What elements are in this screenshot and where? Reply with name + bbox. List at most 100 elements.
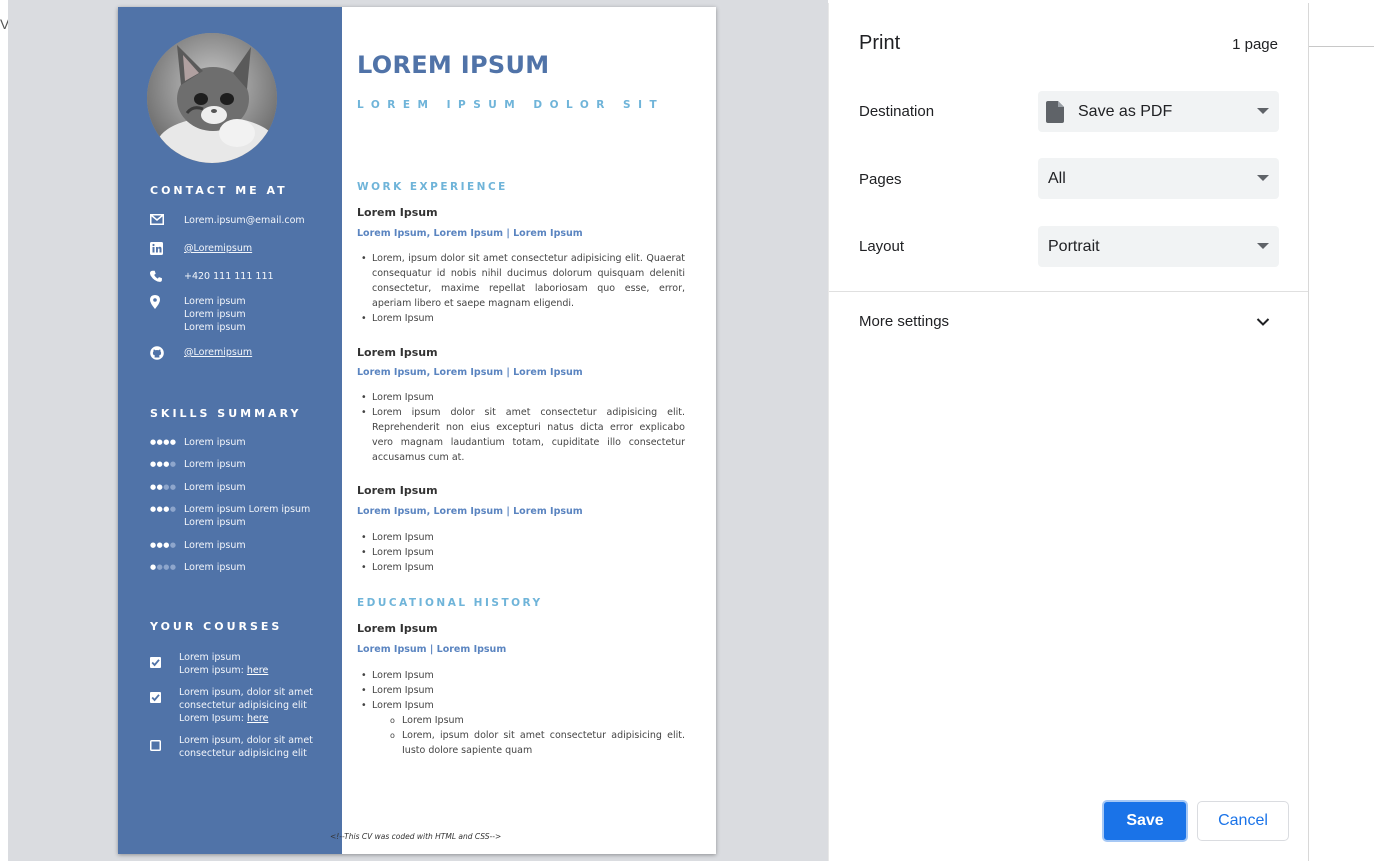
checked-checkbox-icon bbox=[150, 686, 179, 707]
job-subtitle: Lorem Ipsum, Lorem Ipsum | Lorem Ipsum bbox=[357, 228, 583, 239]
bullet-item: Lorem Ipsum bbox=[361, 545, 685, 560]
cv-main-column: LOREM IPSUM LOREM IPSUM DOLOR SIT WORK E… bbox=[357, 7, 687, 854]
print-settings-panel: Print 1 page Destination Save as PDF Pag… bbox=[828, 3, 1309, 861]
skill-label: Lorem ipsum Lorem ipsum Lorem ipsum bbox=[184, 504, 311, 528]
bullet-item: Lorem Ipsum bbox=[361, 683, 685, 698]
linkedin-link[interactable]: @Loremipsum bbox=[184, 242, 252, 255]
destination-select[interactable]: Save as PDF bbox=[1038, 91, 1279, 132]
skill-item: ●●●● Lorem ipsum Lorem ipsum Lorem ipsum bbox=[150, 503, 335, 529]
skill-dot: ● bbox=[169, 460, 177, 468]
bullet-item: Lorem Ipsum bbox=[361, 668, 685, 683]
skill-item: ●●●● Lorem ipsum bbox=[150, 561, 335, 574]
skill-dot: ● bbox=[163, 541, 170, 549]
more-settings-toggle[interactable]: More settings bbox=[859, 313, 949, 330]
sub-bullet-item: Lorem Ipsum bbox=[361, 713, 685, 728]
print-preview-area[interactable]: CONTACT ME AT Lorem.ipsum@email.com @Lor… bbox=[8, 0, 828, 861]
course-text: Lorem ipsum, dolor sit amet consectetur … bbox=[179, 734, 313, 760]
envelope-icon bbox=[150, 214, 184, 225]
edu-bullets: Lorem Ipsum Lorem Ipsum Lorem Ipsum Lore… bbox=[361, 668, 685, 758]
courses-heading: YOUR COURSES bbox=[150, 620, 283, 633]
skill-dot: ● bbox=[169, 483, 177, 491]
chevron-down-icon[interactable] bbox=[1256, 314, 1270, 332]
skill-level-dots: ●●●● bbox=[150, 539, 184, 552]
pages-select[interactable]: All bbox=[1038, 158, 1279, 199]
skill-dot: ● bbox=[163, 460, 170, 468]
skills-heading: SKILLS SUMMARY bbox=[150, 407, 302, 420]
skill-level-dots: ●●●● bbox=[150, 436, 184, 449]
course-link[interactable]: here bbox=[247, 713, 268, 724]
skill-label: Lorem ipsum bbox=[184, 540, 246, 551]
job-bullets: Lorem, ipsum dolor sit amet consectetur … bbox=[361, 251, 685, 326]
skill-item: ●●●● Lorem ipsum bbox=[150, 436, 335, 449]
course-line: Lorem ipsum bbox=[179, 652, 241, 663]
bullet-item: Lorem Ipsum bbox=[361, 530, 685, 545]
phone-icon bbox=[150, 270, 184, 283]
course-text: Lorem ipsum, dolor sit amet consectetur … bbox=[179, 686, 313, 725]
kitten-photo-icon bbox=[147, 33, 277, 163]
skill-dot: ● bbox=[150, 460, 157, 468]
skill-label: Lorem ipsum bbox=[184, 482, 246, 493]
cancel-button[interactable]: Cancel bbox=[1197, 801, 1289, 841]
skill-label: Lorem ipsum bbox=[184, 562, 246, 573]
contact-email[interactable]: Lorem.ipsum@email.com bbox=[150, 214, 330, 227]
print-title: Print bbox=[859, 32, 901, 54]
bullet-item: Lorem ipsum dolor sit amet consectetur a… bbox=[361, 405, 685, 465]
contact-linkedin[interactable]: @Loremipsum bbox=[150, 242, 330, 255]
github-icon bbox=[150, 346, 184, 360]
document-icon bbox=[1046, 100, 1064, 123]
layout-select[interactable]: Portrait bbox=[1038, 226, 1279, 267]
course-text: Lorem ipsum Lorem ipsum: here bbox=[179, 651, 268, 677]
cv-name: LOREM IPSUM bbox=[357, 51, 550, 79]
skill-dot: ● bbox=[163, 563, 170, 571]
course-link[interactable]: here bbox=[247, 665, 268, 676]
job-bullets: Lorem Ipsum Lorem ipsum dolor sit amet c… bbox=[361, 390, 685, 465]
skill-label: Lorem ipsum bbox=[184, 459, 246, 470]
education-heading: EDUCATIONAL HISTORY bbox=[357, 597, 543, 609]
course-link-prefix: Lorem ipsum: bbox=[179, 665, 247, 676]
contact-github[interactable]: @Loremipsum bbox=[150, 346, 330, 360]
cv-tagline: LOREM IPSUM DOLOR SIT bbox=[357, 99, 665, 111]
skill-dot: ● bbox=[150, 563, 157, 571]
github-link[interactable]: @Loremipsum bbox=[184, 346, 252, 359]
course-line: Lorem ipsum: here bbox=[179, 664, 268, 677]
skill-dot: ● bbox=[150, 483, 157, 491]
skill-dot: ● bbox=[163, 505, 170, 513]
cv-page-preview: CONTACT ME AT Lorem.ipsum@email.com @Lor… bbox=[118, 7, 716, 854]
pages-value: All bbox=[1048, 169, 1066, 187]
address-text: Lorem ipsum Lorem ipsum Lorem ipsum bbox=[184, 295, 246, 334]
course-item: Lorem ipsum, dolor sit amet consectetur … bbox=[150, 686, 335, 725]
bullet-item: Lorem, ipsum dolor sit amet consectetur … bbox=[361, 251, 685, 311]
email-text: Lorem.ipsum@email.com bbox=[184, 215, 305, 226]
edu-title: Lorem Ipsum bbox=[357, 622, 438, 635]
cv-sidebar: CONTACT ME AT Lorem.ipsum@email.com @Lor… bbox=[118, 7, 342, 854]
skill-dot: ● bbox=[169, 541, 177, 549]
course-item: Lorem ipsum, dolor sit amet consectetur … bbox=[150, 734, 335, 760]
bullet-item: Lorem Ipsum bbox=[361, 311, 685, 326]
unchecked-checkbox-icon bbox=[150, 734, 179, 755]
job-title: Lorem Ipsum bbox=[357, 206, 438, 219]
save-button[interactable]: Save bbox=[1102, 800, 1188, 842]
job-bullets: Lorem Ipsum Lorem Ipsum Lorem Ipsum bbox=[361, 530, 685, 575]
destination-label: Destination bbox=[859, 103, 935, 120]
skill-item: ●●●● Lorem ipsum bbox=[150, 458, 335, 471]
skill-level-dots: ●●●● bbox=[150, 503, 184, 516]
pages-label: Pages bbox=[859, 171, 902, 188]
linkedin-icon bbox=[150, 242, 184, 255]
skill-item: ●●●● Lorem ipsum bbox=[150, 481, 335, 494]
skill-level-dots: ●●●● bbox=[150, 458, 184, 471]
contact-address: Lorem ipsum Lorem ipsum Lorem ipsum bbox=[150, 295, 330, 334]
course-link-prefix: Lorem Ipsum: bbox=[179, 713, 248, 724]
bullet-item: Lorem Ipsum bbox=[361, 698, 685, 713]
job-title: Lorem Ipsum bbox=[357, 484, 438, 497]
job-title: Lorem Ipsum bbox=[357, 346, 438, 359]
location-pin-icon bbox=[150, 295, 184, 309]
skill-level-dots: ●●●● bbox=[150, 561, 184, 574]
dropdown-caret-icon bbox=[1257, 175, 1269, 181]
layout-label: Layout bbox=[859, 238, 905, 255]
job-subtitle: Lorem Ipsum, Lorem Ipsum | Lorem Ipsum bbox=[357, 367, 583, 378]
contact-phone[interactable]: +420 111 111 111 bbox=[150, 270, 330, 283]
skill-level-dots: ●●●● bbox=[150, 481, 184, 494]
course-line: Lorem ipsum, dolor sit amet bbox=[179, 687, 313, 698]
skill-dot: ● bbox=[150, 505, 157, 513]
skill-dot: ● bbox=[169, 563, 177, 571]
